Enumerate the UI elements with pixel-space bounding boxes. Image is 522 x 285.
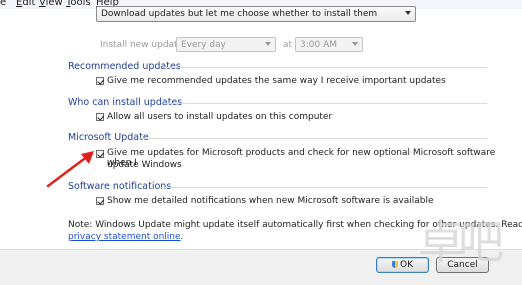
separator bbox=[162, 67, 487, 68]
install-day-value: Every day bbox=[181, 40, 226, 50]
important-updates-dropdown[interactable]: Download updates but let me choose wheth… bbox=[96, 6, 416, 22]
install-time-value: 3:00 AM bbox=[300, 40, 337, 50]
chevron-down-icon bbox=[265, 42, 271, 46]
separator bbox=[160, 187, 487, 188]
separator bbox=[138, 138, 487, 139]
install-day-dropdown[interactable]: Every day bbox=[176, 37, 276, 52]
show-notifications-label[interactable]: Show me detailed notifications when new … bbox=[107, 196, 434, 206]
ok-label: OK bbox=[400, 260, 413, 270]
allow-all-users-checkbox[interactable] bbox=[96, 113, 104, 121]
menu-item-tools[interactable]: Tools bbox=[66, 0, 91, 8]
at-label: at bbox=[283, 40, 293, 50]
chevron-down-icon bbox=[352, 42, 358, 46]
allow-all-users-label[interactable]: Allow all users to install updates on th… bbox=[107, 112, 332, 122]
shield-icon bbox=[392, 261, 398, 268]
separator bbox=[164, 103, 487, 104]
privacy-link-suffix: . bbox=[180, 232, 184, 242]
show-notifications-checkbox[interactable] bbox=[96, 197, 104, 205]
software-notifications-heading: Software notifications bbox=[68, 181, 172, 192]
chevron-down-icon bbox=[405, 11, 411, 15]
recommended-updates-label[interactable]: Give me recommended updates the same way… bbox=[107, 76, 446, 86]
menu-item-edit[interactable]: Edit bbox=[16, 0, 35, 8]
install-time-dropdown[interactable]: 3:00 AM bbox=[295, 37, 363, 52]
microsoft-update-heading: Microsoft Update bbox=[68, 132, 149, 143]
watermark-logo: 卓吧 bbox=[418, 215, 504, 269]
privacy-statement-link[interactable]: privacy statement online bbox=[68, 232, 181, 242]
microsoft-update-label-line2[interactable]: update Windows bbox=[107, 160, 182, 170]
important-updates-selected: Download updates but let me choose wheth… bbox=[101, 9, 378, 19]
menu-item-file-fragment[interactable]: e bbox=[0, 0, 6, 8]
recommended-updates-checkbox[interactable] bbox=[96, 77, 104, 85]
menu-item-view[interactable]: View bbox=[39, 0, 63, 8]
privacy-note: privacy statement online. bbox=[68, 232, 183, 242]
